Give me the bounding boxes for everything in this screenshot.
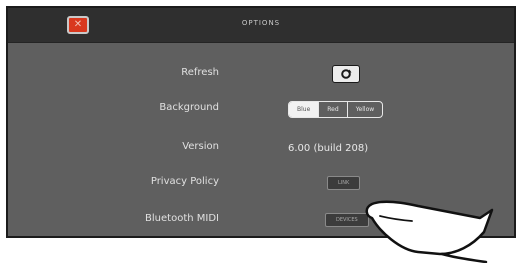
version-label: Version [182,141,219,152]
refresh-label: Refresh [181,67,219,78]
options-header: ✕ OPTIONS [8,8,514,43]
background-option-yellow[interactable]: Yellow [346,101,382,117]
background-option-red[interactable]: Red [318,101,346,117]
refresh-icon [341,69,352,79]
background-option-blue[interactable]: Blue [289,101,319,117]
background-selector: Blue Red Yellow [288,100,384,118]
privacy-link-button[interactable]: LINK [327,176,361,190]
version-value: 6.00 (build 208) [288,142,369,154]
refresh-button[interactable] [332,65,360,83]
privacy-label: Privacy Policy [150,176,219,187]
pointing-hand-icon [365,200,494,263]
background-label: Background [159,102,219,113]
bluetooth-label: Bluetooth MIDI [145,213,219,224]
refresh-row: Refresh [8,64,514,84]
background-row: Background Blue Red Yellow [8,99,514,119]
version-row: Version 6.00 (build 208) [8,138,514,158]
page-title: OPTIONS [241,19,281,27]
